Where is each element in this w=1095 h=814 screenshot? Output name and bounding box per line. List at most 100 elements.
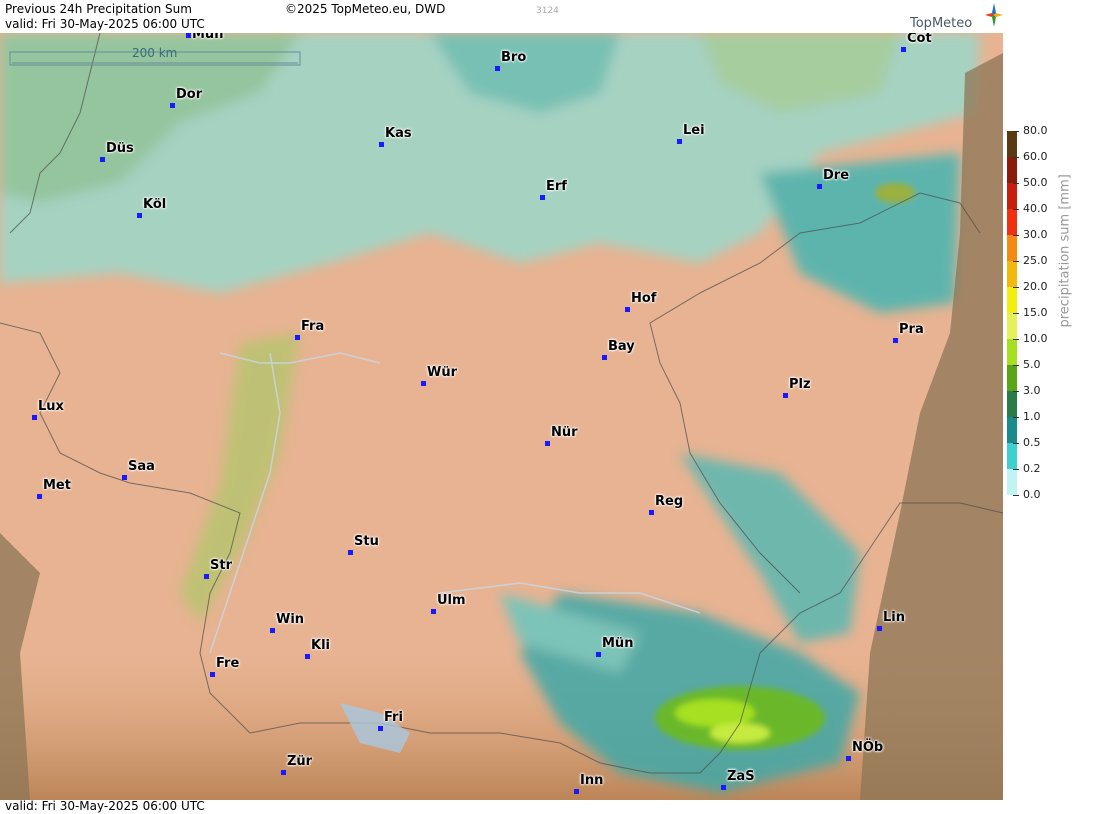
city-marker <box>348 550 353 555</box>
legend-color-swatch <box>1007 365 1017 391</box>
legend-tick <box>1013 365 1019 366</box>
legend-color-swatch <box>1007 131 1017 157</box>
legend-label: 0.2 <box>1023 462 1041 475</box>
legend-tick <box>1013 209 1019 210</box>
legend-label: 40.0 <box>1023 202 1048 215</box>
city-marker <box>721 785 726 790</box>
legend-label: 25.0 <box>1023 254 1048 267</box>
legend-color-swatch <box>1007 209 1017 235</box>
city-marker <box>186 33 191 38</box>
scale-label: 200 km <box>132 46 178 60</box>
precipitation-map[interactable]: 200 km Mün Bro Cot Dor Kas Lei Düs Dre Erf Köl Hof… <box>0 33 1003 800</box>
city-label: Erf <box>546 179 567 194</box>
legend-label: 30.0 <box>1023 228 1048 241</box>
legend-tick <box>1013 261 1019 262</box>
legend-color-swatch <box>1007 183 1017 209</box>
city-marker <box>37 494 42 499</box>
city-label: ZaS <box>727 769 755 784</box>
city-marker <box>495 66 500 71</box>
city-label: Ulm <box>437 593 466 608</box>
compass-icon <box>985 3 1003 27</box>
map-graphic <box>0 33 1003 800</box>
city-marker <box>602 355 607 360</box>
map-title: Previous 24h Precipitation Sum <box>5 2 192 16</box>
legend-label: 15.0 <box>1023 306 1048 319</box>
legend-label: 3.0 <box>1023 384 1041 397</box>
legend-color-swatch <box>1007 417 1017 443</box>
legend-tick <box>1013 287 1019 288</box>
city-label: Saa <box>128 459 155 474</box>
city-marker <box>122 475 127 480</box>
legend-label: 50.0 <box>1023 176 1048 189</box>
brand-name: TopMeteo <box>910 16 973 31</box>
city-marker <box>379 142 384 147</box>
footer-valid-time: valid: Fri 30-May-2025 06:00 UTC <box>5 799 205 813</box>
city-label: Pra <box>899 322 924 337</box>
city-label: Fre <box>216 656 240 671</box>
city-label: Inn <box>580 773 604 788</box>
legend-tick <box>1013 417 1019 418</box>
city-marker <box>545 441 550 446</box>
topmeteo-logo[interactable]: TopMeteo <box>908 2 1003 32</box>
city-label: Str <box>210 558 232 573</box>
legend-color-swatch <box>1007 235 1017 261</box>
city-marker <box>893 338 898 343</box>
city-marker <box>281 770 286 775</box>
city-marker <box>877 626 882 631</box>
city-label: Wür <box>427 365 458 380</box>
city-label: Mün <box>192 33 224 42</box>
legend-label: 0.5 <box>1023 436 1041 449</box>
legend-label: 60.0 <box>1023 150 1048 163</box>
legend-label: 20.0 <box>1023 280 1048 293</box>
city-label: Hof <box>631 291 657 306</box>
city-label: Kas <box>385 126 412 141</box>
legend-color-swatch <box>1007 339 1017 365</box>
valid-time: valid: Fri 30-May-2025 06:00 UTC <box>5 17 205 31</box>
legend-title: precipitation sum [mm] <box>1057 174 1073 328</box>
city-label: Win <box>276 612 305 627</box>
city-label: Reg <box>655 494 684 509</box>
city-label: Mün <box>602 636 634 651</box>
legend-tick <box>1013 235 1019 236</box>
legend-color-swatch <box>1007 261 1017 287</box>
city-marker <box>901 47 906 52</box>
legend-tick <box>1013 495 1019 496</box>
city-label: NÖb <box>852 740 884 755</box>
city-label: Cot <box>907 33 932 46</box>
copyright: ©2025 TopMeteo.eu, DWD <box>285 2 446 16</box>
legend-tick <box>1013 443 1019 444</box>
city-marker <box>540 195 545 200</box>
city-marker <box>270 628 275 633</box>
legend-color-swatch <box>1007 157 1017 183</box>
legend-label: 80.0 <box>1023 124 1048 137</box>
city-label: Bro <box>501 50 527 65</box>
legend-color-swatch <box>1007 469 1017 495</box>
legend-label: 10.0 <box>1023 332 1048 345</box>
map-code: 3124 <box>536 6 559 16</box>
city-label: Zür <box>287 754 313 769</box>
legend-label: 1.0 <box>1023 410 1041 423</box>
city-label: Fri <box>384 710 403 725</box>
legend-tick <box>1013 131 1019 132</box>
city-marker <box>295 335 300 340</box>
city-marker <box>846 756 851 761</box>
city-marker <box>137 213 142 218</box>
city-label: Köl <box>143 197 167 212</box>
city-marker <box>32 415 37 420</box>
city-marker <box>817 184 822 189</box>
city-marker <box>204 574 209 579</box>
legend-color-swatch <box>1007 287 1017 313</box>
city-label: Lei <box>683 123 705 138</box>
city-label: Met <box>43 478 71 493</box>
city-marker <box>431 609 436 614</box>
city-label: Düs <box>106 141 134 156</box>
city-marker <box>100 157 105 162</box>
legend-color-swatch <box>1007 313 1017 339</box>
city-marker <box>625 307 630 312</box>
city-marker <box>677 139 682 144</box>
city-label: Bay <box>608 339 635 354</box>
legend-label: 5.0 <box>1023 358 1041 371</box>
city-marker <box>305 654 310 659</box>
city-label: Lin <box>883 610 905 625</box>
legend-tick <box>1013 157 1019 158</box>
